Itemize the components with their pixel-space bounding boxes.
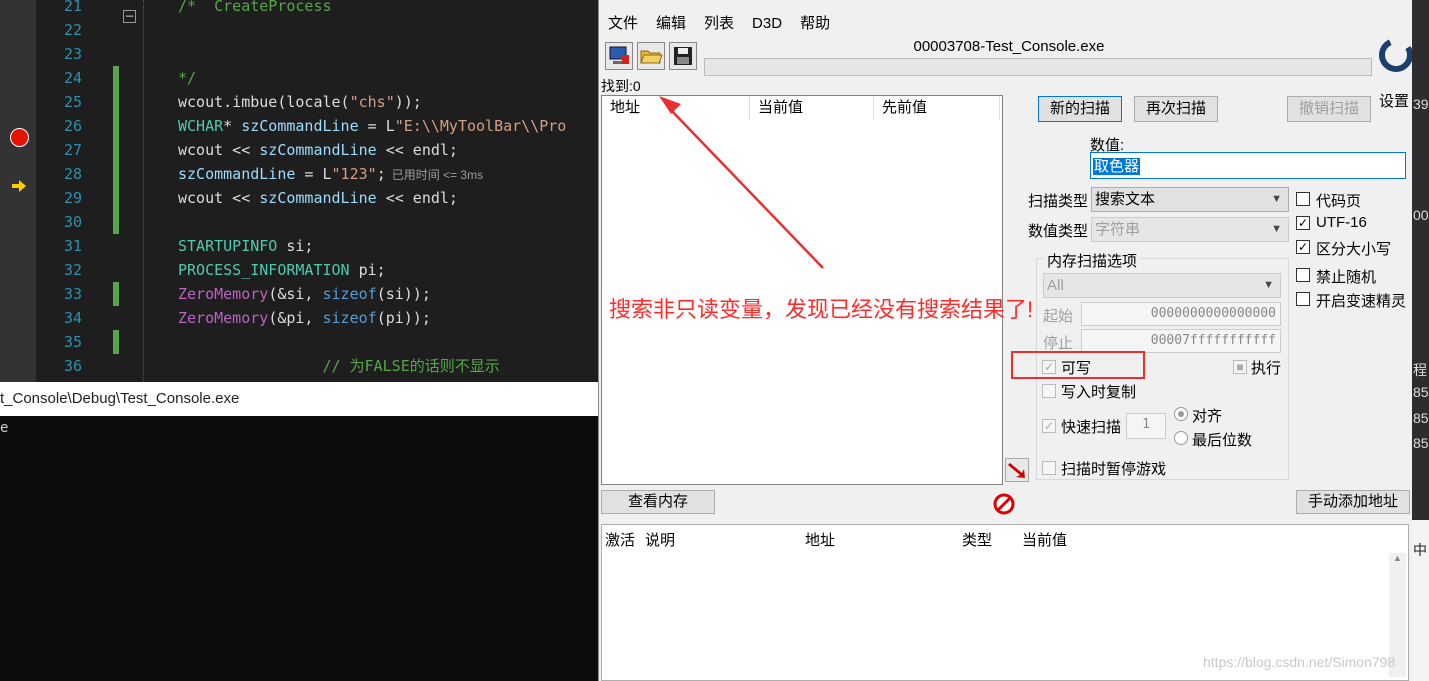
line-number: 29 xyxy=(63,189,82,207)
annotation-text: 搜索非只读变量，发现已经没有搜索结果了! xyxy=(609,297,1034,322)
change-marker xyxy=(113,114,119,138)
line-number: 27 xyxy=(63,141,82,159)
edge-text: 00 xyxy=(1413,207,1429,223)
line-number: 25 xyxy=(63,93,82,111)
code-line[interactable]: 23 xyxy=(0,42,600,66)
edge-text: 程 xyxy=(1413,362,1427,378)
cheat-engine-window[interactable]: 文件 编辑 列表 D3D 帮助 00003708-Test_Console.exe 设置… xyxy=(598,0,1413,681)
code-text: wcout.imbue(locale("chs")); xyxy=(178,93,422,111)
code-line[interactable]: 24 */ xyxy=(0,66,600,90)
edge-text: 39 xyxy=(1413,96,1429,112)
line-number: 30 xyxy=(63,213,82,231)
change-marker xyxy=(113,210,119,234)
line-number: 28 xyxy=(63,165,82,183)
code-line[interactable]: 26 WCHAR* szCommandLine = L"E:\\MyToolBar… xyxy=(0,114,600,138)
code-text: wcout << szCommandLine << endl; xyxy=(178,141,458,159)
edge-text: 85 xyxy=(1413,435,1429,451)
annotation-arrow xyxy=(659,96,824,269)
line-number: 31 xyxy=(63,237,82,255)
annotation-highlight-box xyxy=(1011,351,1145,379)
code-text: */ xyxy=(178,69,197,87)
code-text: WCHAR* szCommandLine = L"E:\\MyToolBar\\… xyxy=(178,117,567,135)
line-number: 24 xyxy=(63,69,82,87)
line-number: 36 xyxy=(63,357,82,375)
code-line[interactable]: 21 /* CreateProcess xyxy=(0,0,600,18)
code-line[interactable]: 25 wcout.imbue(locale("chs")); xyxy=(0,90,600,114)
code-text: /* CreateProcess xyxy=(178,0,332,15)
console-title: t_Console\Debug\Test_Console.exe xyxy=(0,382,600,416)
line-number: 23 xyxy=(63,45,82,63)
breakpoint-icon[interactable] xyxy=(10,128,29,147)
code-line[interactable]: 27 wcout << szCommandLine << endl; xyxy=(0,138,600,162)
line-number: 34 xyxy=(63,309,82,327)
code-text: ZeroMemory(&pi, sizeof(pi)); xyxy=(178,309,431,327)
change-marker xyxy=(113,138,119,162)
code-line[interactable]: 31 STARTUPINFO si; xyxy=(0,234,600,258)
code-text: wcout << szCommandLine << endl; xyxy=(178,189,458,207)
code-line[interactable]: 35 xyxy=(0,330,600,354)
change-marker xyxy=(113,162,119,186)
change-marker xyxy=(113,282,119,306)
watermark: https://blog.csdn.net/Simon798 xyxy=(1203,654,1396,670)
code-line[interactable]: 30 xyxy=(0,210,600,234)
edge-text: 85 xyxy=(1413,410,1429,426)
code-editor[interactable]: − 21/* CreateProcess 22 23 24 */25 wcout.imbu… xyxy=(0,0,600,384)
line-number: 32 xyxy=(63,261,82,279)
code-line[interactable]: 28 szCommandLine = L"123"; 已用时间 <= 3ms xyxy=(0,162,600,186)
line-number: 35 xyxy=(63,333,82,351)
code-text: // 为FALSE的话则不显示 xyxy=(178,357,500,375)
console-output: e xyxy=(0,420,9,436)
line-number: 33 xyxy=(63,285,82,303)
change-marker xyxy=(113,186,119,210)
current-line-arrow-icon xyxy=(12,180,26,192)
code-line[interactable]: 32 PROCESS_INFORMATION pi; xyxy=(0,258,600,282)
code-text: STARTUPINFO si; xyxy=(178,237,314,255)
code-text: szCommandLine = L"123"; 已用时间 <= 3ms xyxy=(178,165,484,183)
change-marker xyxy=(113,90,119,114)
code-line[interactable]: 22 xyxy=(0,18,600,42)
edge-text: 中 xyxy=(1413,542,1427,558)
change-marker xyxy=(113,330,119,354)
line-number: 22 xyxy=(63,21,82,39)
background-window-edge: 39 00 程 85 85 85 中 xyxy=(1412,0,1429,681)
code-line[interactable]: 29 wcout << szCommandLine << endl; xyxy=(0,186,600,210)
code-text: PROCESS_INFORMATION pi; xyxy=(178,261,386,279)
code-line[interactable]: 34 ZeroMemory(&pi, sizeof(pi)); xyxy=(0,306,600,330)
console-window[interactable]: t_Console\Debug\Test_Console.exe e xyxy=(0,382,600,681)
code-line[interactable]: 36 // 为FALSE的话则不显示 xyxy=(0,354,600,378)
line-number: 26 xyxy=(63,117,82,135)
edge-text: 85 xyxy=(1413,384,1429,400)
code-text: ZeroMemory(&si, sizeof(si)); xyxy=(178,285,431,303)
elapsed-time-hint: 已用时间 <= 3ms xyxy=(391,168,484,182)
change-marker xyxy=(113,66,119,90)
line-number: 21 xyxy=(63,0,82,15)
code-line[interactable]: 33 ZeroMemory(&si, sizeof(si)); xyxy=(0,282,600,306)
